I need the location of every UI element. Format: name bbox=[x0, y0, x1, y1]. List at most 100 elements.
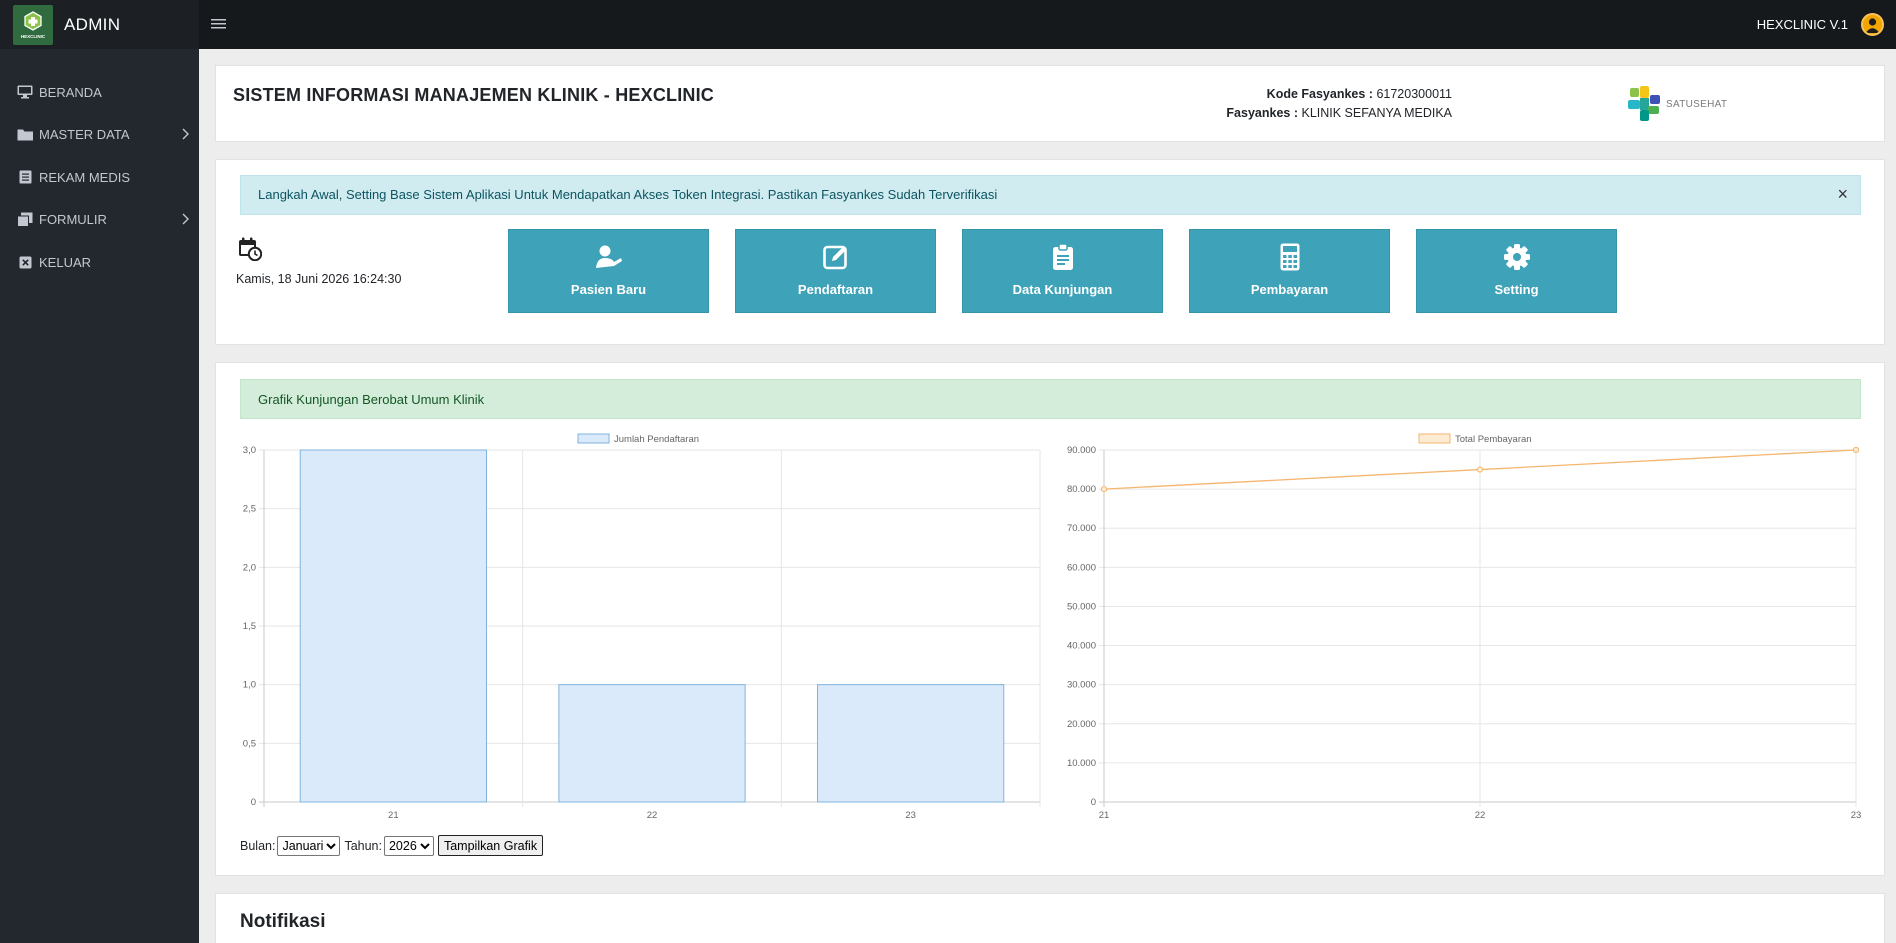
button-label: Pembayaran bbox=[1250, 282, 1329, 297]
y-tick-label: 1,5 bbox=[243, 621, 256, 632]
y-tick-label: 1,0 bbox=[243, 680, 256, 691]
brand-name: ADMIN bbox=[64, 14, 121, 34]
info-alert-text: Langkah Awal, Setting Base Sistem Aplika… bbox=[258, 187, 998, 202]
x-tick-label: 21 bbox=[388, 810, 399, 821]
chart-title-alert: Grafik Kunjungan Berobat Umum Klinik bbox=[240, 379, 1861, 419]
fasyankes-info: Kode Fasyankes : 61720300011 Fasyankes :… bbox=[1221, 85, 1452, 123]
hexclinic-logo: HEXCLINIC bbox=[13, 4, 53, 45]
quick-menu-card: Langkah Awal, Setting Base Sistem Aplika… bbox=[215, 159, 1885, 345]
bar bbox=[299, 449, 487, 803]
y-tick-label: 90.000 bbox=[1067, 445, 1096, 456]
data-kunjungan-button[interactable]: Data Kunjungan bbox=[962, 229, 1163, 313]
x-tick-label: 22 bbox=[1475, 810, 1486, 821]
close-alert-button[interactable]: × bbox=[1837, 185, 1848, 203]
sidebar-item-keluar[interactable]: KELUAR bbox=[0, 241, 199, 284]
sidebar-item-label: REKAM MEDIS bbox=[39, 169, 131, 185]
sidebar-item-label: FORMULIR bbox=[39, 212, 107, 228]
clipboard-icon bbox=[1052, 243, 1074, 270]
kode-fasyankes-value: 61720300011 bbox=[1376, 87, 1452, 101]
folder-icon bbox=[16, 127, 34, 143]
pembayaran-button[interactable]: Pembayaran bbox=[1189, 229, 1390, 313]
current-datetime: Kamis, 18 Juni 2026 16:24:30 bbox=[236, 272, 402, 286]
y-tick-label: 2,0 bbox=[243, 562, 256, 573]
sidebar-item-rekam-medis[interactable]: REKAM MEDIS bbox=[0, 156, 199, 199]
y-tick-label: 70.000 bbox=[1067, 523, 1096, 534]
edit-icon bbox=[822, 244, 849, 270]
y-tick-label: 60.000 bbox=[1067, 562, 1096, 573]
button-label: Setting bbox=[1494, 282, 1539, 297]
logo-text: HEXCLINIC bbox=[20, 33, 46, 39]
legend-label: Jumlah Pendaftaran bbox=[614, 434, 699, 445]
y-tick-label: 40.000 bbox=[1067, 641, 1096, 652]
chevron-right-icon bbox=[182, 128, 189, 143]
calendar-clock-icon bbox=[238, 237, 263, 262]
copy-icon bbox=[16, 212, 34, 228]
info-alert: Langkah Awal, Setting Base Sistem Aplika… bbox=[240, 175, 1861, 215]
notification-card: Notifikasi bbox=[215, 893, 1885, 943]
notification-title: Notifikasi bbox=[240, 911, 326, 932]
chevron-right-icon bbox=[182, 213, 189, 228]
sidebar-item-label: KELUAR bbox=[39, 254, 92, 270]
data-point bbox=[1852, 446, 1860, 454]
chart-filter: Bulan: Januari Tahun: 2026 Tampilkan Gra… bbox=[240, 835, 544, 856]
y-tick-label: 30.000 bbox=[1067, 680, 1096, 691]
close-box-icon bbox=[16, 254, 34, 270]
y-tick-label: 50.000 bbox=[1067, 601, 1096, 612]
data-point bbox=[1476, 466, 1484, 473]
bar bbox=[558, 684, 746, 803]
user-injured-icon bbox=[595, 244, 623, 270]
charts-area: 0 0,5 1,0 1,5 2,0 2,5 3,0 21 22 23 Jumlah Pendafta… bbox=[243, 433, 1862, 821]
y-tick-label: 20.000 bbox=[1067, 719, 1096, 730]
fasyankes-label: Fasyankes : bbox=[1226, 106, 1298, 120]
page-title: SISTEM INFORMASI MANAJEMEN KLINIK - HEXC… bbox=[233, 85, 715, 105]
user-avatar-icon[interactable] bbox=[1861, 13, 1884, 36]
monitor-icon bbox=[16, 84, 34, 100]
data-point bbox=[1100, 486, 1108, 493]
tampilkan-grafik-button[interactable]: Tampilkan Grafik bbox=[437, 835, 544, 856]
tahun-select[interactable]: 2026 bbox=[383, 835, 434, 856]
header-card: SISTEM INFORMASI MANAJEMEN KLINIK - HEXC… bbox=[215, 65, 1885, 142]
bulan-label: Bulan: bbox=[240, 838, 276, 853]
y-tick-label: 2,5 bbox=[243, 504, 256, 515]
sidebar-item-formulir[interactable]: FORMULIR bbox=[0, 199, 199, 242]
chart-card: Grafik Kunjungan Berobat Umum Klinik 0 0,… bbox=[215, 362, 1885, 876]
topbar: HEXCLINIC V.1 bbox=[199, 0, 1896, 49]
brand[interactable]: HEXCLINIC ADMIN bbox=[0, 0, 199, 49]
x-tick-label: 21 bbox=[1099, 810, 1110, 821]
button-label: Pasien Baru bbox=[570, 282, 647, 297]
button-label: Data Kunjungan bbox=[1012, 282, 1113, 297]
x-tick-label: 22 bbox=[647, 810, 658, 821]
sidebar: HEXCLINIC ADMIN BERANDA MASTER DATA REKA… bbox=[0, 0, 199, 943]
setting-button[interactable]: Setting bbox=[1416, 229, 1617, 313]
bar bbox=[817, 684, 1005, 803]
gear-icon bbox=[1503, 244, 1531, 270]
sidebar-item-label: MASTER DATA bbox=[39, 127, 130, 143]
button-label: Pendaftaran bbox=[797, 282, 874, 297]
fasyankes-value: KLINIK SEFANYA MEDIKA bbox=[1301, 106, 1452, 120]
list-icon bbox=[16, 169, 34, 185]
satusehat-text: SATUSEHAT bbox=[1666, 98, 1728, 110]
y-tick-label: 0 bbox=[251, 797, 256, 808]
sidebar-item-master-data[interactable]: MASTER DATA bbox=[0, 114, 199, 157]
sidebar-item-beranda[interactable]: BERANDA bbox=[0, 71, 199, 114]
satusehat-logo: SATUSEHAT bbox=[1628, 86, 1727, 122]
y-tick-label: 0,5 bbox=[243, 738, 256, 749]
x-tick-label: 23 bbox=[1851, 810, 1862, 821]
kode-fasyankes-label: Kode Fasyankes : bbox=[1266, 87, 1373, 101]
y-tick-label: 10.000 bbox=[1067, 758, 1096, 769]
chart-title-text: Grafik Kunjungan Berobat Umum Klinik bbox=[258, 392, 485, 407]
y-tick-label: 80.000 bbox=[1067, 484, 1096, 495]
sidebar-nav: BERANDA MASTER DATA REKAM MEDIS FORMULIR bbox=[0, 71, 199, 284]
bulan-select[interactable]: Januari bbox=[277, 835, 341, 856]
pendaftaran-button[interactable]: Pendaftaran bbox=[735, 229, 936, 313]
legend-swatch bbox=[577, 433, 610, 444]
sidebar-item-label: BERANDA bbox=[39, 84, 102, 100]
y-tick-label: 0 bbox=[1091, 797, 1096, 808]
x-tick-label: 23 bbox=[905, 810, 916, 821]
hamburger-menu-icon[interactable] bbox=[211, 17, 227, 31]
pasien-baru-button[interactable]: Pasien Baru bbox=[508, 229, 709, 313]
tahun-label: Tahun: bbox=[344, 838, 382, 853]
legend-swatch bbox=[1418, 433, 1451, 444]
calculator-icon bbox=[1280, 243, 1300, 271]
y-tick-label: 3,0 bbox=[243, 445, 256, 456]
